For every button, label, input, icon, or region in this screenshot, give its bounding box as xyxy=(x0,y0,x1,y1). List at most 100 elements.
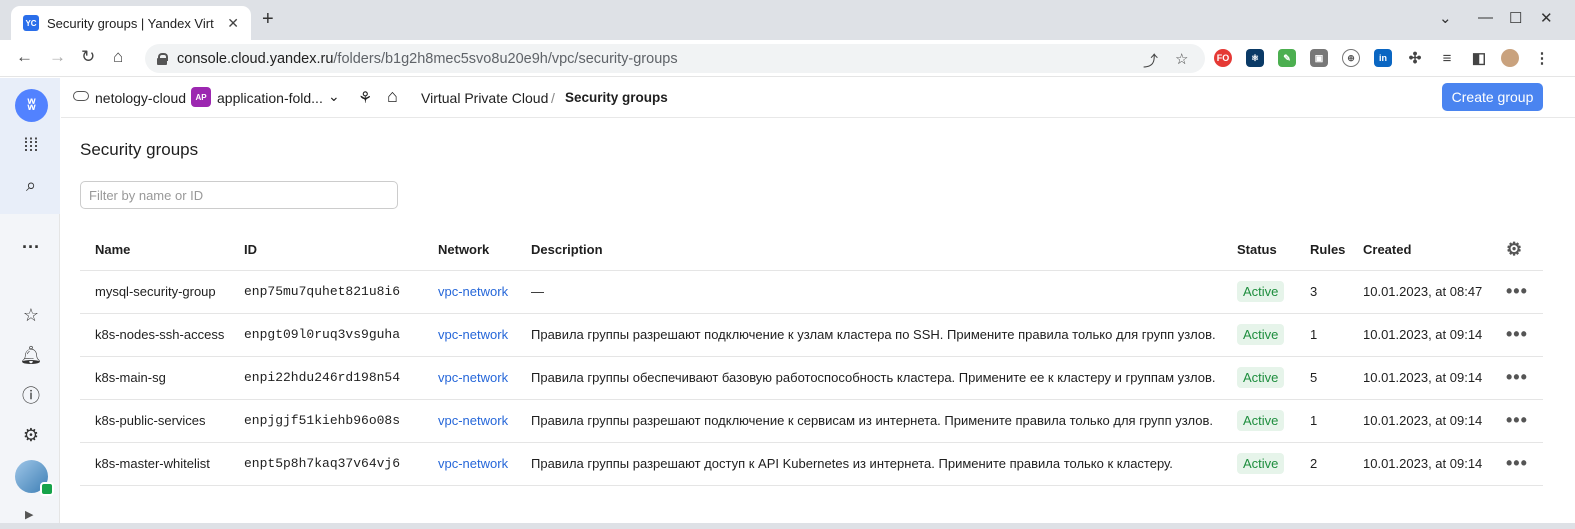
extension-fo-icon[interactable]: FO xyxy=(1214,49,1232,67)
row-id: enpjgjf51kiehb96o08s xyxy=(229,399,423,443)
row-status-cell: Active xyxy=(1222,442,1295,486)
reload-icon[interactable]: ↻ xyxy=(81,47,95,67)
network-link[interactable]: vpc-network xyxy=(438,327,508,342)
yandex-cloud-favicon-icon: YC xyxy=(23,15,39,31)
column-header-created[interactable]: Created xyxy=(1348,229,1491,271)
row-actions-icon[interactable]: ••• xyxy=(1506,453,1528,473)
tab-search-icon[interactable]: ⌄ xyxy=(1439,9,1452,27)
row-actions-icon[interactable]: ••• xyxy=(1506,281,1528,301)
row-name: k8s-public-services xyxy=(80,399,229,443)
create-group-button[interactable]: Create group xyxy=(1442,83,1543,111)
share-icon[interactable]: ⤴ xyxy=(1143,50,1158,71)
extensions-puzzle-icon[interactable]: ✣ xyxy=(1406,49,1424,67)
cloud-icon xyxy=(73,91,89,101)
security-groups-table: Name ID Network Description Status Rules… xyxy=(80,229,1543,486)
row-description: Правила группы разрешают подключение к с… xyxy=(516,399,1222,443)
minimize-icon[interactable]: — xyxy=(1478,9,1493,26)
settings-gear-icon[interactable]: ⚙ xyxy=(18,422,44,448)
table-row[interactable]: k8s-nodes-ssh-access enpgt09l0ruq3vs9guh… xyxy=(80,313,1543,357)
url-path: /folders/b1g2h8mec5svo8u20e9h/vpc/securi… xyxy=(333,50,678,67)
column-header-network[interactable]: Network xyxy=(423,229,516,271)
avatar-badge-icon xyxy=(40,482,54,496)
search-icon[interactable]: ⌕ xyxy=(18,172,44,198)
home-icon[interactable]: ⌂ xyxy=(113,47,123,67)
extension-green-icon[interactable]: ✎ xyxy=(1278,49,1296,67)
help-icon[interactable]: ⓘ xyxy=(18,382,44,408)
main-content: Security groups Name ID Network Descript… xyxy=(61,119,1575,529)
table-settings-gear-icon[interactable]: ⚙ xyxy=(1506,239,1522,259)
row-id: enpgt09l0ruq3vs9guha xyxy=(229,313,423,357)
forward-icon[interactable]: → xyxy=(49,47,66,67)
row-status-cell: Active xyxy=(1222,399,1295,443)
close-tab-icon[interactable]: ✕ xyxy=(227,15,239,32)
network-link[interactable]: vpc-network xyxy=(438,413,508,428)
side-panel-icon[interactable]: ◧ xyxy=(1470,49,1488,67)
media-playlist-icon[interactable]: ≡ xyxy=(1438,49,1456,67)
extension-gray-icon[interactable]: ▣ xyxy=(1310,49,1328,67)
row-actions-cell: ••• xyxy=(1491,313,1543,357)
row-id: enpt5p8h7kaq37v64vj6 xyxy=(229,442,423,486)
notifications-bell-icon[interactable]: 🔔︎ xyxy=(18,342,44,368)
tab-title: Security groups | Yandex Virt xyxy=(47,15,214,31)
browser-menu-icon[interactable]: ⋮ xyxy=(1533,49,1551,67)
row-name: mysql-security-group xyxy=(80,270,229,314)
network-link[interactable]: vpc-network xyxy=(438,284,508,299)
row-actions-cell: ••• xyxy=(1491,270,1543,314)
table-row[interactable]: k8s-main-sg enpi22hdu246rd198n54 vpc-net… xyxy=(80,356,1543,400)
react-devtools-icon[interactable]: ⚛ xyxy=(1246,49,1264,67)
row-actions-icon[interactable]: ••• xyxy=(1506,367,1528,387)
new-tab-icon[interactable]: + xyxy=(262,8,274,31)
column-header-status[interactable]: Status xyxy=(1222,229,1295,271)
table-header-row: Name ID Network Description Status Rules… xyxy=(80,229,1543,271)
network-link[interactable]: vpc-network xyxy=(438,370,508,385)
filter-input[interactable] xyxy=(80,181,398,209)
cloud-name[interactable]: netology-cloud xyxy=(95,90,186,106)
bookmark-star-icon[interactable]: ☆ xyxy=(1175,50,1188,68)
table-settings-cell: ⚙ xyxy=(1491,229,1543,271)
table-row[interactable]: k8s-master-whitelist enpt5p8h7kaq37v64vj… xyxy=(80,442,1543,486)
row-description: — xyxy=(516,270,1222,314)
profile-avatar-icon[interactable] xyxy=(1501,49,1519,67)
breadcrumb-current: Security groups xyxy=(565,90,668,105)
column-header-id[interactable]: ID xyxy=(229,229,423,271)
row-actions-cell: ••• xyxy=(1491,442,1543,486)
breadcrumb-service[interactable]: Virtual Private Cloud xyxy=(421,90,548,106)
linkedin-icon[interactable]: in xyxy=(1374,49,1392,67)
row-status-cell: Active xyxy=(1222,313,1295,357)
expand-sidebar-icon[interactable]: ▶ xyxy=(25,508,33,521)
row-rules: 1 xyxy=(1295,399,1348,443)
row-name: k8s-nodes-ssh-access xyxy=(80,313,229,357)
network-link[interactable]: vpc-network xyxy=(438,456,508,471)
back-icon[interactable]: ← xyxy=(16,47,33,67)
column-header-name[interactable]: Name xyxy=(80,229,229,271)
more-icon[interactable]: ··· xyxy=(18,234,44,260)
row-created: 10.01.2023, at 09:14 xyxy=(1348,313,1491,357)
row-network-cell: vpc-network xyxy=(423,399,516,443)
yandex-cloud-logo-icon[interactable]: ʬ xyxy=(15,89,48,122)
row-rules: 3 xyxy=(1295,270,1348,314)
services-grid-icon[interactable]: ⁞⁞⁞ xyxy=(18,132,44,158)
extension-circle-icon[interactable]: ⊕ xyxy=(1342,49,1360,67)
row-created: 10.01.2023, at 09:14 xyxy=(1348,399,1491,443)
address-bar[interactable]: console.cloud.yandex.ru/folders/b1g2h8me… xyxy=(145,44,1205,73)
row-actions-icon[interactable]: ••• xyxy=(1506,324,1528,344)
table-row[interactable]: k8s-public-services enpjgjf51kiehb96o08s… xyxy=(80,399,1543,443)
row-status-cell: Active xyxy=(1222,270,1295,314)
user-avatar[interactable] xyxy=(15,460,54,496)
column-header-rules[interactable]: Rules xyxy=(1295,229,1348,271)
folder-badge: AP xyxy=(191,87,211,107)
row-actions-cell: ••• xyxy=(1491,356,1543,400)
chevron-down-icon[interactable]: ⌄ xyxy=(328,88,340,105)
maximize-icon[interactable]: ☐ xyxy=(1509,9,1522,27)
column-header-description[interactable]: Description xyxy=(516,229,1222,271)
window-bottom-edge xyxy=(0,523,1575,529)
service-graph-icon[interactable]: ⚘ xyxy=(358,88,372,108)
favorites-star-icon[interactable]: ☆ xyxy=(18,302,44,328)
console-header: netology-cloud AP application-fold... ⌄ … xyxy=(61,78,1575,118)
home-icon[interactable]: ⌂ xyxy=(387,86,398,107)
row-actions-icon[interactable]: ••• xyxy=(1506,410,1528,430)
browser-tab[interactable]: YC Security groups | Yandex Virt ✕ xyxy=(11,6,251,40)
close-window-icon[interactable]: ✕ xyxy=(1540,9,1553,27)
table-row[interactable]: mysql-security-group enp75mu7quhet821u8i… xyxy=(80,270,1543,314)
folder-name[interactable]: application-fold... xyxy=(217,90,323,106)
